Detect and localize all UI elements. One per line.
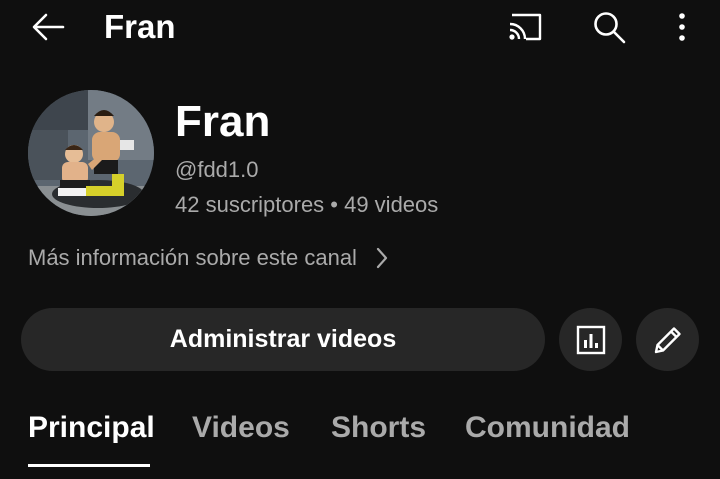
analytics-icon [576,325,605,354]
cast-button[interactable] [504,8,546,46]
channel-stats: 42 suscriptores • 49 videos [175,192,439,217]
more-options-button[interactable] [664,6,700,48]
active-tab-indicator [28,464,150,467]
app-bar-title: Fran [104,8,176,45]
manage-videos-button[interactable]: Administrar videos [21,308,545,371]
channel-handle: @fdd1.0 [175,157,259,182]
tab-videos[interactable]: Videos [192,408,290,448]
edit-channel-button[interactable] [636,308,699,371]
top-app-bar: Fran [0,0,720,54]
channel-page: Fran Fran @fdd1.0 42 suscriptores • 49 v… [0,0,720,479]
more-info-link[interactable]: Más información sobre este canal [28,240,389,276]
more-info-label: Más información sobre este canal [28,245,357,270]
channel-avatar[interactable] [28,90,154,216]
manage-videos-label: Administrar videos [169,325,397,353]
chevron-right-icon [375,246,389,270]
back-arrow-icon [32,13,65,41]
wrestlers-avatar-image [28,90,154,216]
back-button[interactable] [26,8,70,46]
tab-principal[interactable]: Principal [28,408,155,448]
channel-name: Fran [175,97,271,146]
more-vertical-icon [679,13,685,41]
analytics-button[interactable] [559,308,622,371]
channel-tabs: Principal Videos Shorts Comunidad [0,400,720,470]
cast-icon [509,13,542,41]
search-icon [594,12,626,44]
search-button[interactable] [588,6,630,48]
edit-pencil-icon [654,326,681,353]
tab-shorts[interactable]: Shorts [331,408,426,448]
tab-comunidad[interactable]: Comunidad [465,408,630,448]
